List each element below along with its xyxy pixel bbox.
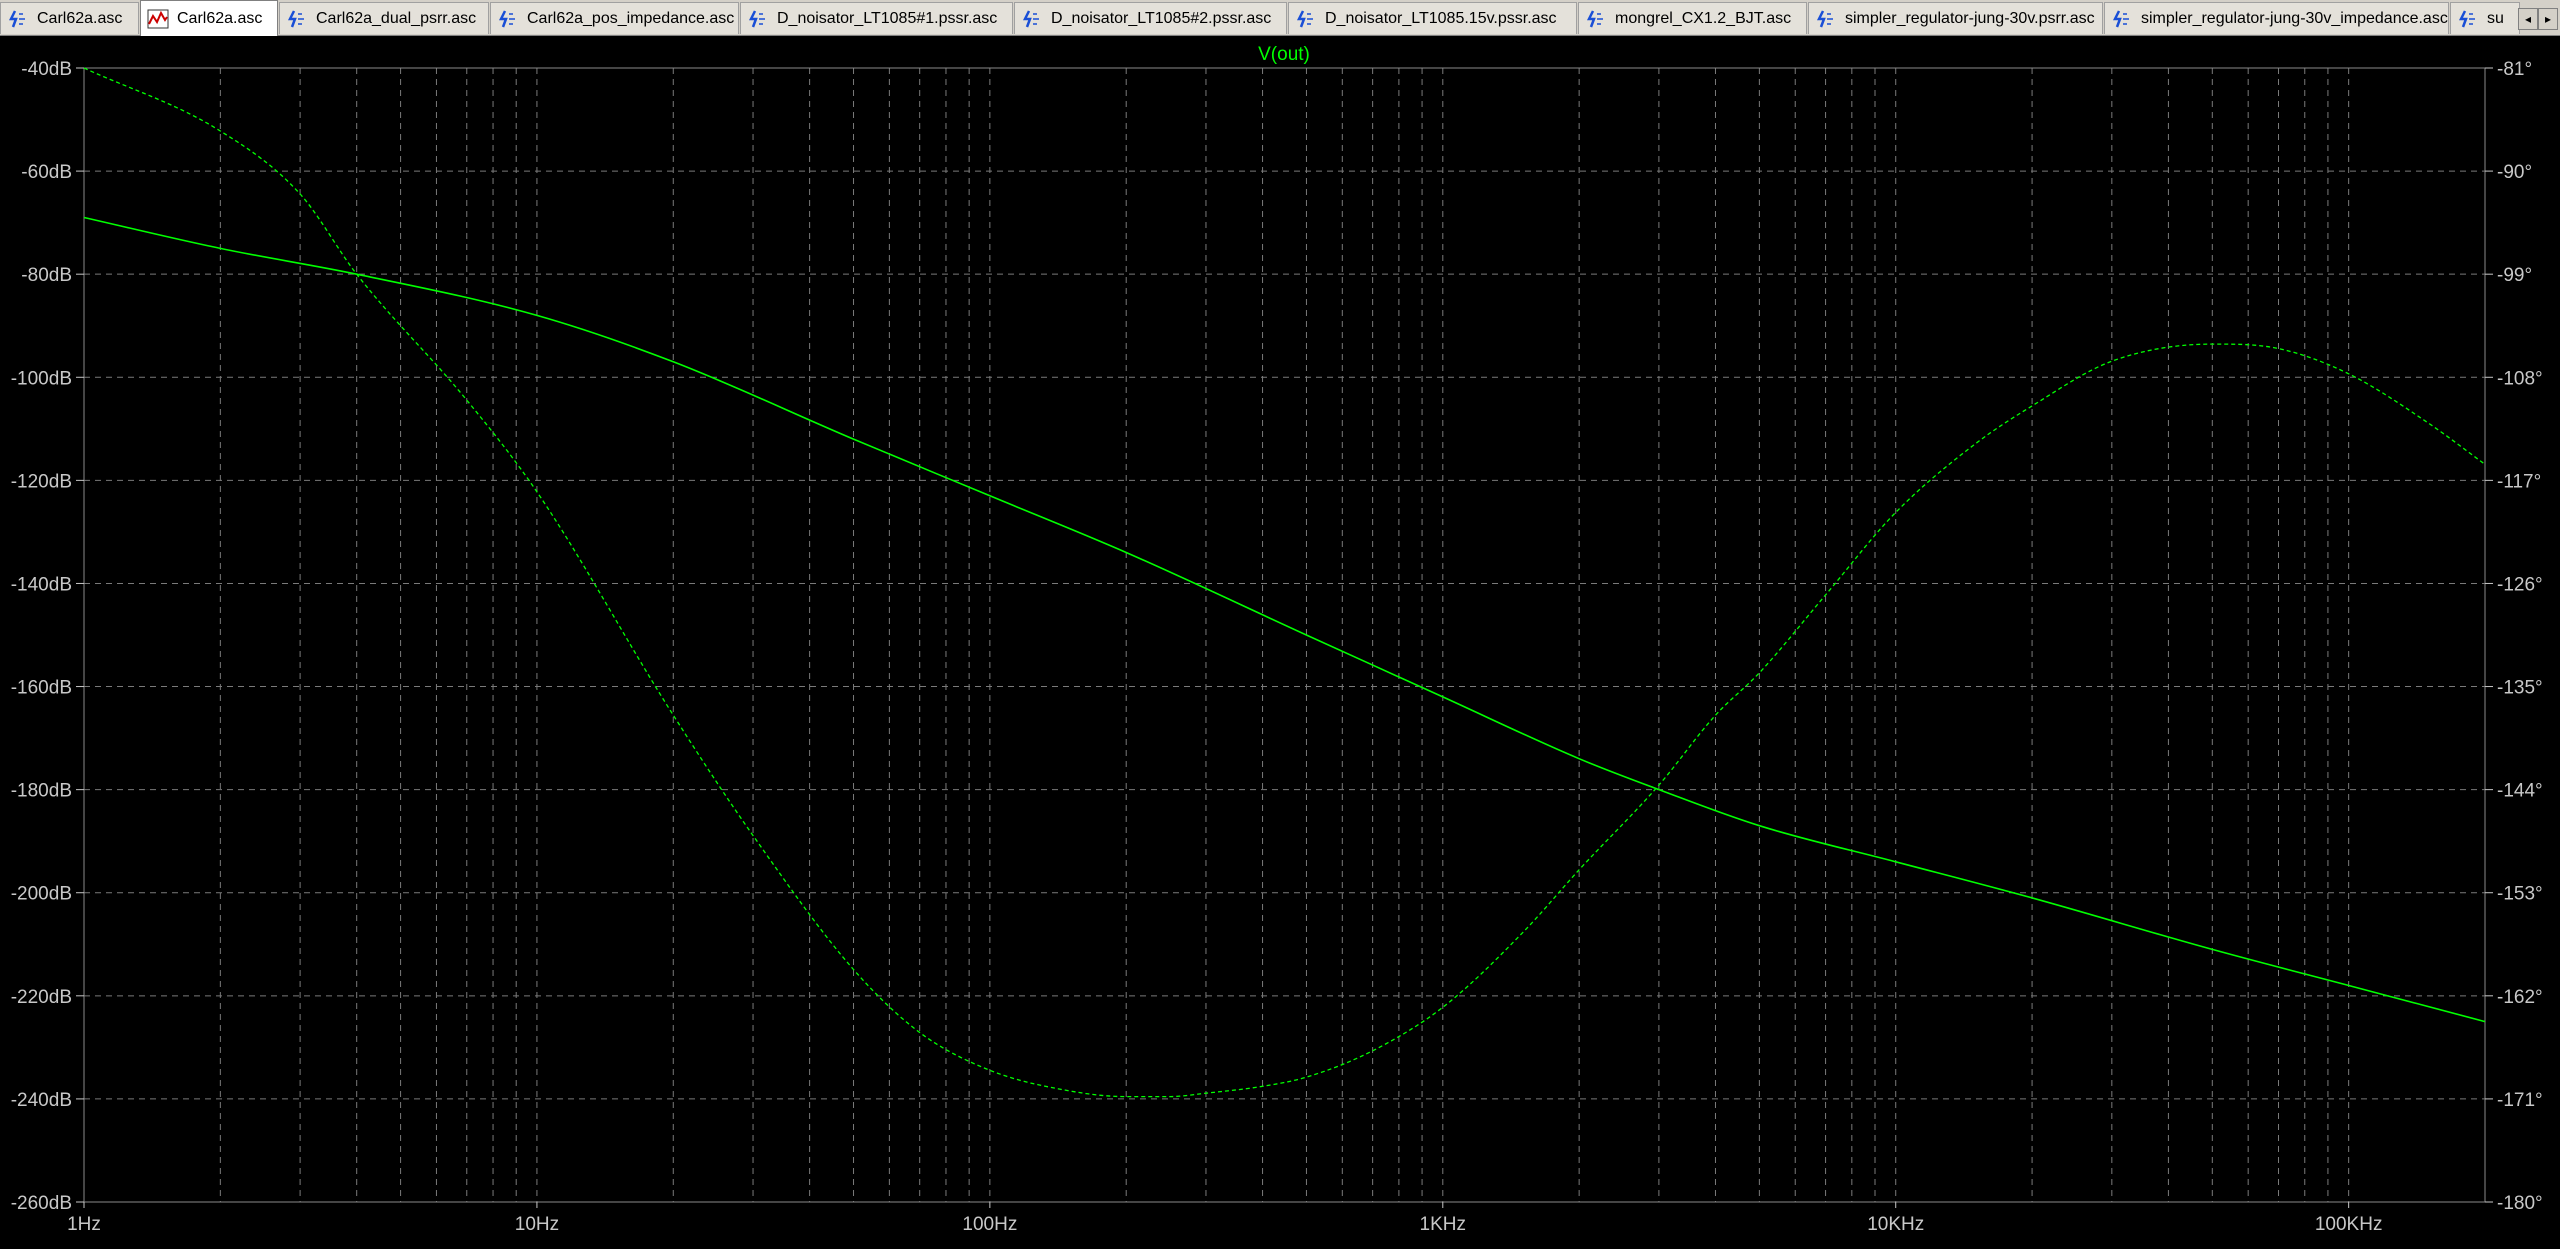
x-tick-label: 100KHz <box>2315 1214 2383 1235</box>
tab-label: D_noisator_LT1085#1.pssr.asc <box>777 9 998 27</box>
x-tick-label: 1KHz <box>1420 1214 1466 1235</box>
right-tick-label: -135° <box>2497 678 2543 699</box>
right-tick-label: -81° <box>2497 59 2532 80</box>
left-tick-label: -120dB <box>11 471 72 492</box>
right-tick-label: -144° <box>2497 781 2543 802</box>
right-tick-label: -153° <box>2497 884 2543 905</box>
tab-0[interactable]: Carl62a.asc <box>0 2 139 34</box>
tab-2[interactable]: Carl62a_dual_psrr.asc <box>279 2 489 34</box>
tab-6[interactable]: D_noisator_LT1085.15v.pssr.asc <box>1288 2 1577 34</box>
right-tick-label: -90° <box>2497 162 2532 183</box>
left-tick-label: -180dB <box>11 781 72 802</box>
schematic-icon <box>748 9 765 27</box>
tab-label: Carl62a.asc <box>37 9 123 27</box>
tab-label: mongrel_CX1.2_BJT.asc <box>1615 9 1792 27</box>
tab-9[interactable]: simpler_regulator-jung-30v_impedance.asc <box>2104 2 2449 34</box>
tab-label: Carl62a.asc <box>177 9 263 27</box>
tab-label: D_noisator_LT1085.15v.pssr.asc <box>1325 9 1557 27</box>
tab-label: Carl62a_pos_impedance.asc <box>527 9 735 27</box>
tab-label: simpler_regulator-jung-30v_impedance.asc <box>2141 9 2448 27</box>
left-tick-label: -40dB <box>21 59 72 80</box>
right-tick-label: -126° <box>2497 574 2543 595</box>
schematic-icon <box>498 9 515 27</box>
x-tick-label: 100Hz <box>962 1214 1017 1235</box>
right-tick-label: -171° <box>2497 1090 2543 1111</box>
tab-4[interactable]: D_noisator_LT1085#1.pssr.asc <box>740 2 1013 34</box>
waveform-plot[interactable]: V(out) -40dB -60dB -80dB -100dB -120dB -140dB… <box>0 36 2560 1249</box>
left-tick-label: -80dB <box>21 265 72 286</box>
tab-label: simpler_regulator-jung-30v.psrr.asc <box>1845 9 2095 27</box>
plot-background <box>0 36 2560 1249</box>
right-tick-label: -99° <box>2497 265 2532 286</box>
waveform-icon <box>147 9 169 28</box>
trace-title[interactable]: V(out) <box>1258 44 1310 65</box>
right-tick-label: -108° <box>2497 368 2543 389</box>
file-tab-bar: Carl62a.asc Carl62a.asc Carl62a_dual_psrr.… <box>0 0 2560 36</box>
schematic-icon <box>8 9 25 27</box>
tab-10[interactable]: su <box>2450 2 2520 34</box>
right-tick-label: -162° <box>2497 987 2543 1008</box>
left-tick-label: -160dB <box>11 678 72 699</box>
tab-label: Carl62a_dual_psrr.asc <box>316 9 477 27</box>
tab-3[interactable]: Carl62a_pos_impedance.asc <box>490 2 739 34</box>
tab-7[interactable]: mongrel_CX1.2_BJT.asc <box>1578 2 1807 34</box>
tab-label: D_noisator_LT1085#2.pssr.asc <box>1051 9 1272 27</box>
x-tick-label: 10Hz <box>515 1214 559 1235</box>
tab-8[interactable]: simpler_regulator-jung-30v.psrr.asc <box>1808 2 2103 34</box>
schematic-icon <box>1022 9 1039 27</box>
left-tick-label: -200dB <box>11 884 72 905</box>
tab-1[interactable]: Carl62a.asc <box>140 0 278 36</box>
schematic-icon <box>287 9 304 27</box>
left-tick-label: -260dB <box>11 1193 72 1214</box>
tab-label: su <box>2487 9 2504 27</box>
x-tick-label: 10KHz <box>1867 1214 1924 1235</box>
schematic-icon <box>1586 9 1603 27</box>
tab-scroll-right-button[interactable]: ▸ <box>2538 8 2558 30</box>
left-tick-label: -220dB <box>11 987 72 1008</box>
schematic-icon <box>2458 9 2475 27</box>
left-tick-label: -100dB <box>11 368 72 389</box>
tab-5[interactable]: D_noisator_LT1085#2.pssr.asc <box>1014 2 1287 34</box>
schematic-icon <box>2112 9 2129 27</box>
left-tick-label: -140dB <box>11 574 72 595</box>
right-tick-label: -117° <box>2497 471 2541 492</box>
right-tick-label: -180° <box>2497 1193 2543 1214</box>
tab-scroll-left-button[interactable]: ◂ <box>2518 8 2538 30</box>
schematic-icon <box>1296 9 1313 27</box>
left-tick-label: -240dB <box>11 1090 72 1111</box>
left-tick-label: -60dB <box>21 162 72 183</box>
schematic-icon <box>1816 9 1833 27</box>
x-tick-label: 1Hz <box>67 1214 101 1235</box>
